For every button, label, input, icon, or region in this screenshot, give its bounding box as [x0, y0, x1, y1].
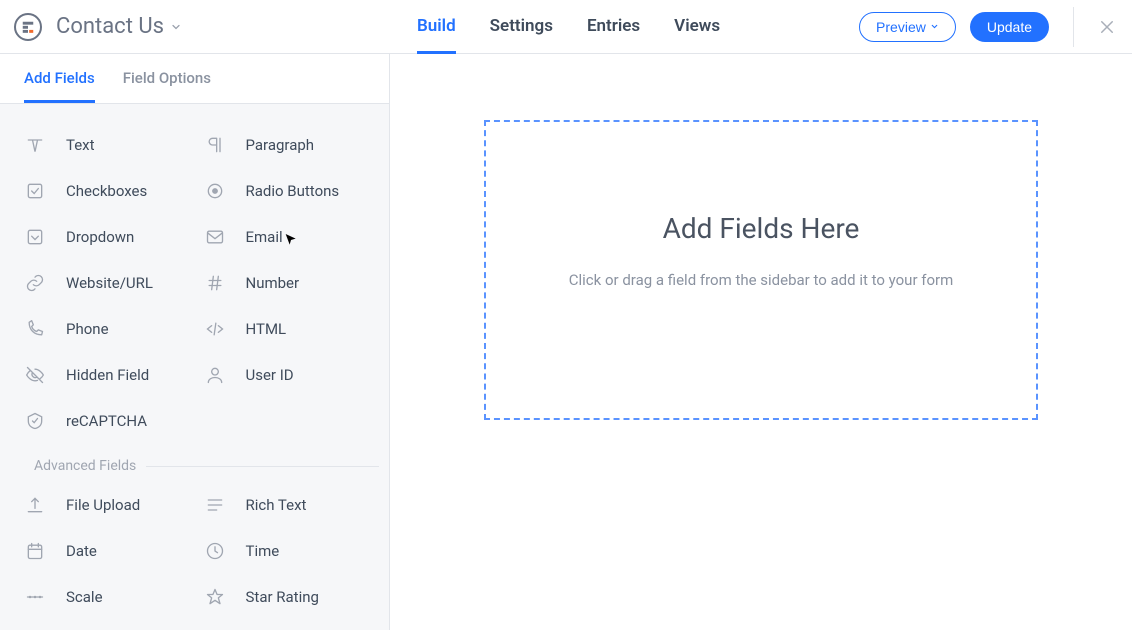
vertical-divider	[1073, 7, 1074, 47]
phone-icon	[24, 318, 46, 340]
logo-icon	[21, 20, 35, 34]
star-icon	[204, 586, 226, 608]
main-tabs: Build Settings Entries Views	[417, 0, 720, 54]
field-label: User ID	[246, 366, 294, 384]
field-label: Radio Buttons	[246, 182, 340, 200]
dropdown-icon	[24, 226, 46, 248]
paragraph-icon	[204, 134, 226, 156]
field-label: Time	[246, 542, 280, 560]
number-icon	[204, 272, 226, 294]
email-icon	[204, 226, 226, 248]
fields-panel: Text Paragraph Checkboxes Radio Buttons Drop…	[0, 104, 389, 630]
field-url[interactable]: Website/URL	[20, 260, 200, 306]
tab-settings[interactable]: Settings	[490, 18, 553, 54]
form-title: Contact Us	[56, 14, 164, 39]
date-icon	[24, 540, 46, 562]
form-title-dropdown[interactable]: Contact Us	[56, 14, 182, 39]
sidebar: Add Fields Field Options Text Paragraph Ch…	[0, 54, 390, 630]
field-label: File Upload	[66, 496, 140, 514]
field-radio[interactable]: Radio Buttons	[200, 168, 380, 214]
field-recaptcha[interactable]: reCAPTCHA	[20, 398, 200, 444]
field-label: reCAPTCHA	[66, 412, 147, 430]
url-icon	[24, 272, 46, 294]
field-dropdown[interactable]: Dropdown	[20, 214, 200, 260]
app-logo	[14, 13, 42, 41]
topbar-actions: Preview Update	[859, 7, 1116, 47]
field-label: Website/URL	[66, 274, 153, 292]
field-label: HTML	[246, 320, 287, 338]
preview-button[interactable]: Preview	[859, 12, 956, 42]
field-upload[interactable]: File Upload	[20, 482, 200, 528]
field-user[interactable]: User ID	[200, 352, 380, 398]
field-date[interactable]: Date	[20, 528, 200, 574]
hidden-icon	[24, 364, 46, 386]
field-label: Rich Text	[246, 496, 307, 514]
topbar: Contact Us Build Settings Entries Views …	[0, 0, 1132, 54]
basic-fields-grid: Text Paragraph Checkboxes Radio Buttons Drop…	[20, 122, 379, 444]
upload-icon	[24, 494, 46, 516]
field-scale[interactable]: Scale	[20, 574, 200, 620]
field-richtext[interactable]: Rich Text	[200, 482, 380, 528]
close-button[interactable]	[1098, 18, 1116, 36]
tab-views[interactable]: Views	[674, 18, 720, 54]
recaptcha-icon	[24, 410, 46, 432]
field-label: Text	[66, 136, 95, 154]
field-label: Paragraph	[246, 136, 315, 154]
field-label: Star Rating	[246, 588, 319, 606]
chevron-down-icon	[170, 21, 182, 33]
text-icon	[24, 134, 46, 156]
richtext-icon	[204, 494, 226, 516]
update-label: Update	[987, 19, 1032, 35]
field-label: Hidden Field	[66, 366, 149, 384]
field-hidden[interactable]: Hidden Field	[20, 352, 200, 398]
sidebar-tab-field-options[interactable]: Field Options	[123, 71, 211, 103]
field-label: Scale	[66, 588, 103, 606]
field-checkbox[interactable]: Checkboxes	[20, 168, 200, 214]
body: Add Fields Field Options Text Paragraph Ch…	[0, 54, 1132, 630]
caret-down-icon	[930, 22, 939, 31]
advanced-fields-heading: Advanced Fields	[20, 458, 379, 474]
field-html[interactable]: HTML	[200, 306, 380, 352]
radio-icon	[204, 180, 226, 202]
divider-line	[146, 466, 379, 467]
scale-icon	[24, 586, 46, 608]
field-paragraph[interactable]: Paragraph	[200, 122, 380, 168]
preview-label: Preview	[876, 19, 926, 35]
dropzone-heading: Add Fields Here	[663, 212, 860, 245]
field-label: Dropdown	[66, 228, 134, 246]
sidebar-tab-add-fields[interactable]: Add Fields	[24, 71, 95, 103]
advanced-fields-grid: File Upload Rich Text Date Time Scale Star Ra…	[20, 482, 379, 620]
field-time[interactable]: Time	[200, 528, 380, 574]
html-icon	[204, 318, 226, 340]
field-number[interactable]: Number	[200, 260, 380, 306]
field-label: Phone	[66, 320, 109, 338]
tab-entries[interactable]: Entries	[587, 18, 640, 54]
field-label: Checkboxes	[66, 182, 147, 200]
field-star[interactable]: Star Rating	[200, 574, 380, 620]
dropzone[interactable]: Add Fields Here Click or drag a field fr…	[484, 120, 1038, 420]
field-label: Number	[246, 274, 300, 292]
user-icon	[204, 364, 226, 386]
close-icon	[1098, 18, 1116, 36]
field-email[interactable]: Email	[200, 214, 380, 260]
sidebar-tabs: Add Fields Field Options	[0, 54, 389, 104]
update-button[interactable]: Update	[970, 12, 1049, 42]
field-text[interactable]: Text	[20, 122, 200, 168]
time-icon	[204, 540, 226, 562]
tab-build[interactable]: Build	[417, 18, 456, 54]
field-label: Email	[246, 228, 283, 246]
advanced-fields-label: Advanced Fields	[34, 458, 136, 474]
field-phone[interactable]: Phone	[20, 306, 200, 352]
checkbox-icon	[24, 180, 46, 202]
field-label: Date	[66, 542, 97, 560]
form-canvas: Add Fields Here Click or drag a field fr…	[390, 54, 1132, 630]
dropzone-subtext: Click or drag a field from the sidebar t…	[569, 271, 954, 289]
